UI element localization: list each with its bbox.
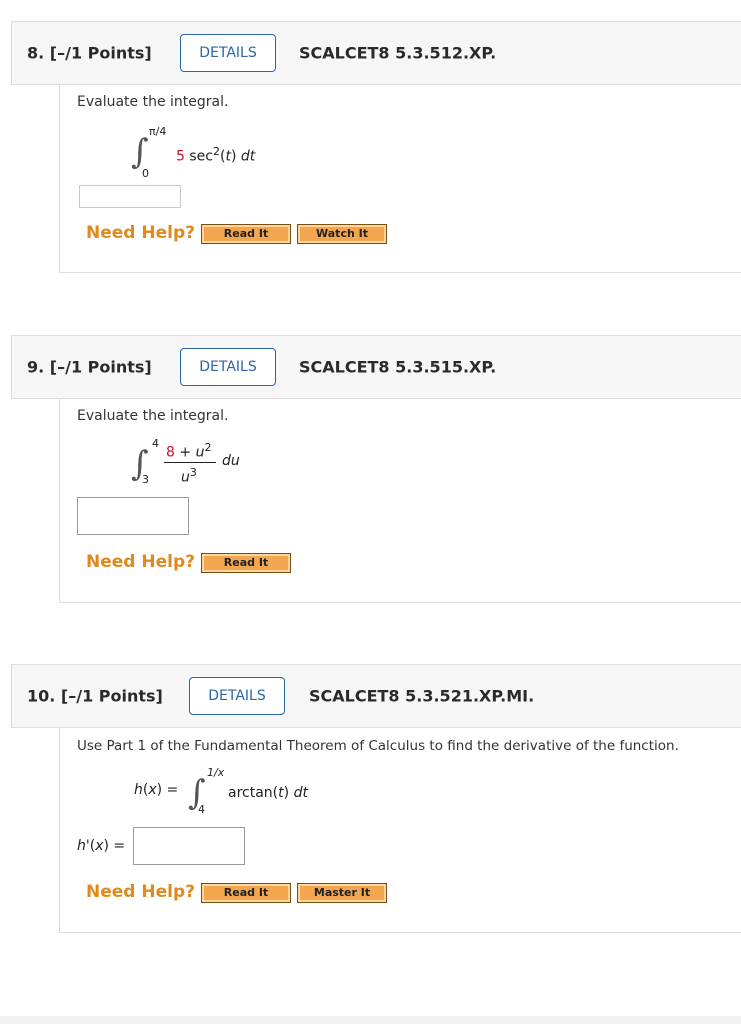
read-it-button[interactable]: Read It — [201, 883, 291, 903]
integrand-argument: (t) — [272, 785, 290, 801]
integrand-differential: du — [222, 453, 240, 469]
lower-limit: 0 — [142, 167, 149, 180]
upper-limit: π/4 — [149, 125, 167, 138]
integrand-differential: dt — [293, 785, 308, 801]
lower-limit: 4 — [198, 803, 205, 816]
integrand-argument: (t) — [219, 148, 237, 165]
question-8-body: Evaluate the integral. ∫ π/4 0 5 sec2(t)… — [59, 85, 741, 273]
fraction-denominator: u3 — [181, 466, 197, 486]
question-title: 8. [–/1 Points] — [27, 43, 152, 63]
answer-input[interactable] — [77, 497, 189, 535]
answer-input[interactable] — [79, 185, 181, 208]
details-button[interactable]: DETAILS — [180, 34, 276, 72]
lower-limit: 3 — [142, 473, 149, 486]
question-title: 10. [–/1 Points] — [27, 686, 163, 706]
page-bottom-strip — [0, 1016, 741, 1024]
denominator-exponent: 3 — [189, 466, 197, 479]
fraction-bar — [164, 462, 216, 463]
integrand-coefficient: 5 — [176, 148, 185, 165]
function-lhs: h(x) = — [134, 782, 179, 798]
need-help-label: Need Help? — [86, 223, 195, 243]
integrand-function: sec — [189, 148, 213, 165]
integrand: arctan(t) dt — [228, 785, 308, 801]
question-10-body: Use Part 1 of the Fundamental Theorem of… — [59, 728, 741, 933]
upper-limit: 1/x — [207, 766, 225, 779]
fraction-numerator: 8 + u2 — [166, 441, 211, 461]
numerator-exponent: 2 — [204, 441, 212, 454]
question-code: SCALCET8 5.3.512.XP. — [299, 43, 497, 63]
integrand-differential: dt — [240, 148, 256, 165]
integrand-exponent: 2 — [212, 145, 220, 158]
answer-label: h'(x) = — [77, 838, 126, 854]
details-button[interactable]: DETAILS — [180, 348, 276, 386]
question-9-header: 9. [–/1 Points] DETAILS SCALCET8 5.3.515… — [11, 335, 741, 399]
question-10-header: 10. [–/1 Points] DETAILS SCALCET8 5.3.52… — [11, 664, 741, 728]
upper-limit: 4 — [152, 437, 159, 450]
integral-sign: ∫ — [131, 132, 149, 172]
integrand-function: arctan — [228, 785, 273, 801]
watch-it-button[interactable]: Watch It — [297, 224, 387, 244]
details-button[interactable]: DETAILS — [189, 677, 285, 715]
numerator-plus: + — [174, 444, 196, 461]
question-prompt: Use Part 1 of the Fundamental Theorem of… — [77, 738, 679, 754]
question-code: SCALCET8 5.3.521.XP.MI. — [309, 686, 535, 706]
need-help-label: Need Help? — [86, 882, 195, 902]
read-it-button[interactable]: Read It — [201, 553, 291, 573]
numerator-constant: 8 — [166, 444, 175, 461]
answer-input[interactable] — [133, 827, 245, 865]
read-it-button[interactable]: Read It — [201, 224, 291, 244]
question-prompt: Evaluate the integral. — [77, 94, 229, 110]
denominator-variable: u — [181, 469, 190, 486]
question-code: SCALCET8 5.3.515.XP. — [299, 357, 497, 377]
question-9-body: Evaluate the integral. ∫ 4 3 8 + u2 u3 d… — [59, 399, 741, 603]
question-title: 9. [–/1 Points] — [27, 357, 152, 377]
integrand: 5 sec2(t) dt — [176, 145, 255, 165]
need-help-label: Need Help? — [86, 552, 195, 572]
question-8-header: 8. [–/1 Points] DETAILS SCALCET8 5.3.512… — [11, 21, 741, 85]
master-it-button[interactable]: Master It — [297, 883, 387, 903]
question-prompt: Evaluate the integral. — [77, 408, 229, 424]
